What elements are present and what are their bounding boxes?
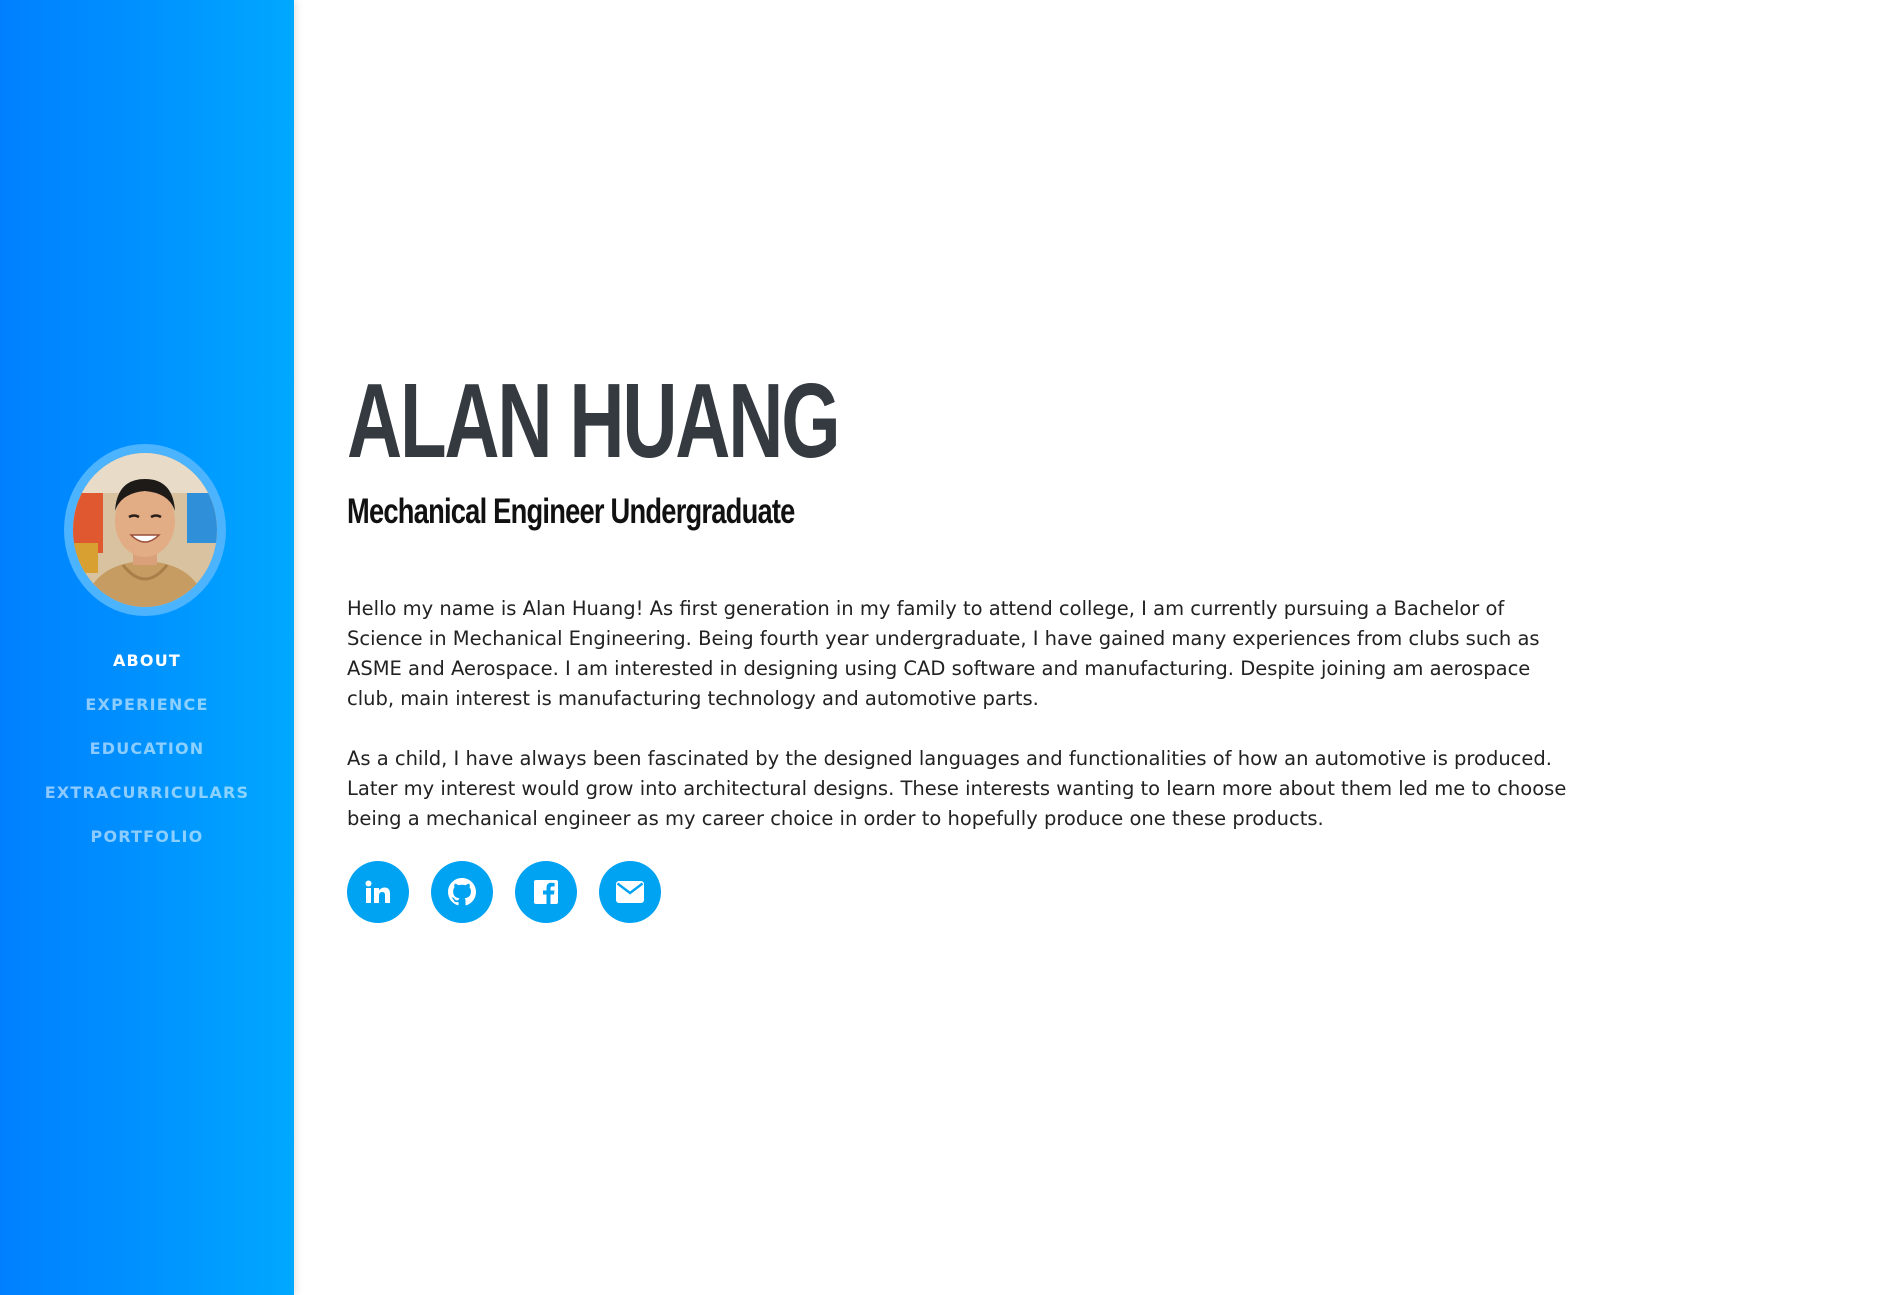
page: ABOUT EXPERIENCE EDUCATION EXTRACURRICUL… — [0, 0, 1901, 1295]
sidebar-nav: ABOUT EXPERIENCE EDUCATION EXTRACURRICUL… — [0, 648, 294, 868]
facebook-icon — [534, 880, 558, 904]
sidebar: ABOUT EXPERIENCE EDUCATION EXTRACURRICUL… — [0, 0, 294, 1295]
email-button[interactable] — [599, 861, 661, 923]
avatar-photo — [73, 453, 217, 607]
github-icon — [448, 878, 476, 906]
github-button[interactable] — [431, 861, 493, 923]
avatar-ring — [64, 444, 226, 616]
linkedin-button[interactable] — [347, 861, 409, 923]
nav-item-experience[interactable]: EXPERIENCE — [0, 692, 294, 736]
page-title: ALAN HUANG — [347, 362, 841, 480]
page-subtitle: Mechanical Engineer Undergraduate — [347, 492, 795, 531]
social-links — [347, 861, 661, 923]
nav-item-portfolio[interactable]: PORTFOLIO — [0, 824, 294, 868]
nav-item-about[interactable]: ABOUT — [0, 648, 294, 692]
nav-item-education[interactable]: EDUCATION — [0, 736, 294, 780]
nav-item-extracurriculars[interactable]: EXTRACURRICULARS — [0, 780, 294, 824]
facebook-button[interactable] — [515, 861, 577, 923]
bio-paragraph-2: As a child, I have always been fascinate… — [347, 747, 1567, 830]
bio-paragraph-1: Hello my name is Alan Huang! As first ge… — [347, 597, 1540, 710]
email-icon — [616, 881, 644, 903]
avatar — [73, 453, 217, 607]
linkedin-icon — [365, 880, 390, 903]
